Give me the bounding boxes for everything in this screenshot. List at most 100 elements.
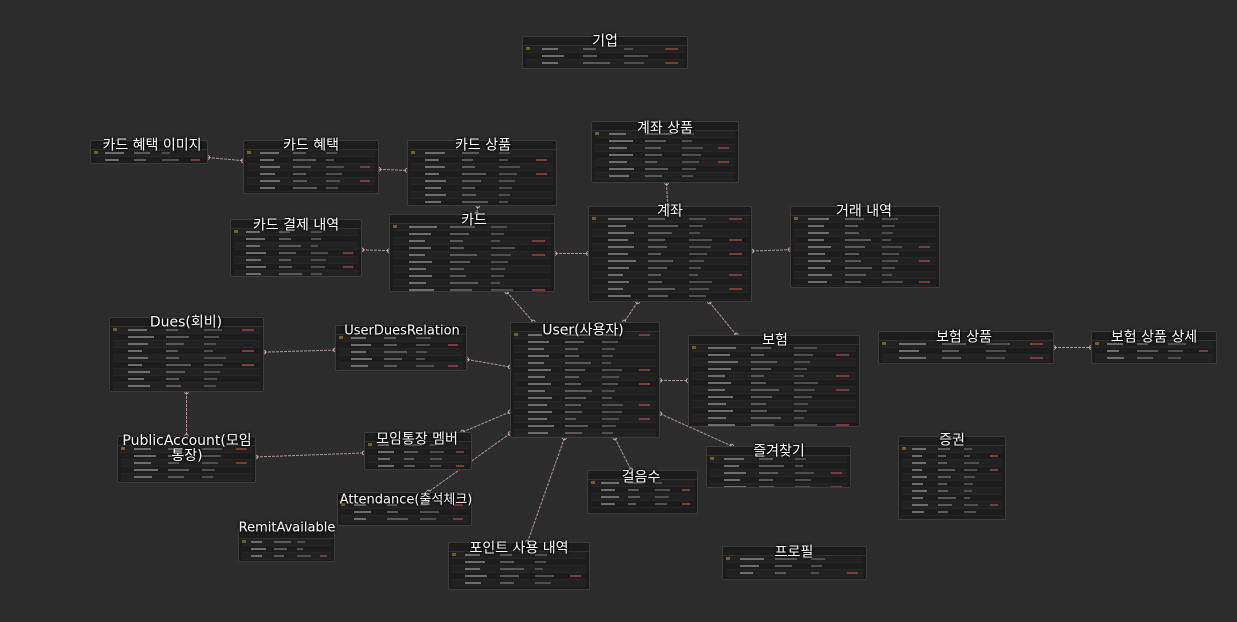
entity-column-row [393, 252, 551, 259]
entity-insurance-product-detail[interactable] [1091, 331, 1217, 364]
entity-favorites[interactable] [706, 446, 851, 488]
entity-column-row [121, 446, 252, 453]
key-icon [595, 132, 599, 135]
relation-line[interactable] [527, 437, 565, 543]
relation-line[interactable] [708, 301, 737, 336]
entity-header-bar [791, 207, 939, 216]
key-icon [692, 346, 696, 349]
entity-attendance[interactable] [337, 492, 472, 526]
entity-transaction[interactable] [790, 206, 940, 288]
entity-column-row [692, 415, 856, 422]
entity-column-row [794, 279, 936, 286]
entity-user[interactable] [510, 322, 660, 438]
entity-column-row [592, 216, 748, 223]
relation-line[interactable] [666, 182, 669, 207]
entity-column-row [411, 150, 553, 157]
relation-line[interactable] [476, 205, 479, 215]
key-icon [121, 447, 125, 450]
entity-column-row [692, 380, 856, 387]
entity-column-row [121, 453, 252, 460]
entity-column-row [339, 342, 463, 349]
entity-card-product[interactable] [407, 140, 557, 206]
key-icon [341, 503, 345, 506]
entity-dues[interactable] [109, 317, 264, 392]
entity-card[interactable] [389, 214, 555, 292]
entity-insurance-product[interactable] [878, 331, 1054, 364]
entity-column-row [339, 335, 463, 342]
relation-line[interactable] [207, 156, 244, 162]
entity-column-row [514, 367, 656, 374]
entity-column-row [234, 250, 358, 257]
entity-column-row [393, 287, 551, 291]
entity-card-benefit[interactable] [243, 140, 379, 194]
entity-point-history[interactable] [448, 542, 590, 590]
entity-column-row [902, 488, 1002, 495]
entity-header-bar [239, 530, 334, 539]
entity-header-bar [588, 471, 697, 480]
entity-group-member[interactable] [364, 432, 472, 470]
entity-remit-available[interactable] [238, 529, 335, 562]
key-icon [113, 328, 117, 331]
entity-column-row [1095, 355, 1213, 362]
entity-company[interactable] [522, 36, 688, 69]
entity-column-row [794, 272, 936, 279]
entity-column-row [234, 271, 358, 276]
entity-public-account[interactable] [117, 436, 256, 483]
entity-column-row [514, 360, 656, 367]
entity-column-row [902, 446, 1002, 453]
entity-column-row [710, 484, 847, 487]
relation-line[interactable] [378, 168, 408, 171]
entity-account[interactable] [588, 206, 752, 302]
entity-column-row [393, 273, 551, 280]
entity-column-row [514, 395, 656, 402]
relation-line[interactable] [751, 249, 791, 252]
relation-line[interactable] [263, 349, 336, 353]
entity-header-bar [879, 332, 1053, 341]
entity-column-row [368, 442, 468, 449]
entity-card-payment[interactable] [230, 219, 362, 277]
entity-column-row [591, 494, 694, 501]
relation-line[interactable] [623, 301, 639, 323]
entity-column-row [794, 230, 936, 237]
entity-column-row [411, 192, 553, 199]
entity-column-row [726, 556, 863, 563]
entity-header-bar [523, 37, 687, 46]
erd-canvas[interactable]: 기업 카드 혜택 이미지 카드 혜택 카드 상품 계좌 상품 카드 결제 내역 … [0, 0, 1237, 622]
entity-column-row [591, 487, 694, 494]
key-icon [242, 540, 246, 543]
entity-column-row [902, 474, 1002, 481]
relation-line[interactable] [614, 437, 632, 471]
entity-insurance[interactable] [688, 335, 860, 427]
entity-column-row [247, 185, 375, 192]
relation-line[interactable] [255, 452, 365, 458]
key-icon [902, 447, 906, 450]
entity-header-bar [707, 447, 850, 456]
key-icon [234, 230, 238, 233]
entity-account-product[interactable] [591, 121, 739, 183]
entity-column-row [902, 467, 1002, 474]
relation-line[interactable] [462, 411, 511, 433]
entity-column-row [121, 474, 252, 481]
relation-line[interactable] [506, 291, 534, 323]
entity-column-row [592, 279, 748, 286]
entity-column-row [393, 238, 551, 245]
entity-column-row [902, 460, 1002, 467]
entity-header-bar [592, 122, 738, 131]
entity-column-row [591, 480, 694, 487]
entity-column-row [794, 258, 936, 265]
entity-securities[interactable] [898, 436, 1006, 520]
key-icon [514, 333, 518, 336]
relation-line[interactable] [466, 358, 511, 368]
relation-line[interactable] [361, 249, 390, 252]
entity-column-row [339, 356, 463, 363]
entity-user-dues-relation[interactable] [335, 325, 467, 371]
entity-column-row [1095, 348, 1213, 355]
entity-steps[interactable] [587, 470, 698, 514]
entity-profile[interactable] [722, 546, 867, 580]
entity-column-row [247, 157, 375, 164]
relation-lines [184, 155, 1094, 545]
entity-column-row [113, 348, 260, 355]
entity-column-row [411, 157, 553, 164]
entity-column-row [710, 463, 847, 470]
entity-card-benefit-image[interactable] [90, 140, 208, 164]
